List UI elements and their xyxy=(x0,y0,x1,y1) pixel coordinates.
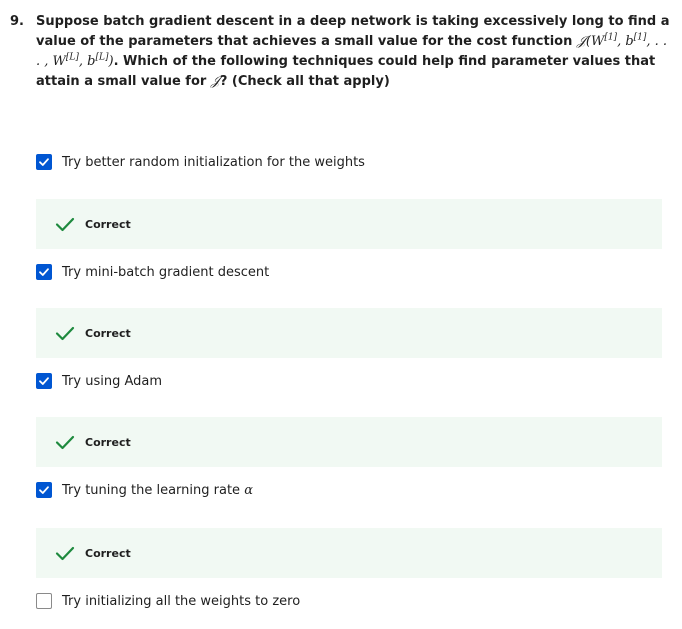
checkmark-icon xyxy=(55,545,75,561)
formula-b: , b xyxy=(617,34,634,49)
formula-b2: , b xyxy=(78,54,96,69)
checkbox-checked-icon[interactable] xyxy=(36,264,52,280)
checkbox-unchecked-icon[interactable] xyxy=(36,593,52,609)
checkbox-checked-icon[interactable] xyxy=(36,373,52,389)
formula-start: 𝒥(W xyxy=(576,34,605,49)
feedback-3-label: Correct xyxy=(85,435,131,449)
checkmark-icon xyxy=(55,216,75,232)
option-4-text: Try tuning the learning rate xyxy=(62,482,245,498)
checkmark-icon xyxy=(55,434,75,450)
option-4-label: Try tuning the learning rate α xyxy=(62,483,253,498)
feedback-1-label: Correct xyxy=(85,217,131,231)
option-1-label: Try better random initialization for the… xyxy=(62,154,365,170)
option-5-label: Try initializing all the weights to zero xyxy=(62,593,301,609)
option-4[interactable]: Try tuning the learning rate α xyxy=(36,479,253,501)
formula-sup3: [L] xyxy=(65,52,79,63)
checkbox-checked-icon[interactable] xyxy=(36,154,52,170)
feedback-2: Correct xyxy=(36,308,662,358)
question-text-part1: Suppose batch gradient descent in a deep… xyxy=(36,14,670,49)
feedback-4-label: Correct xyxy=(85,546,131,560)
option-1[interactable]: Try better random initialization for the… xyxy=(36,151,365,173)
option-5[interactable]: Try initializing all the weights to zero xyxy=(36,590,300,612)
formula-sup4: [L] xyxy=(95,52,109,63)
feedback-4: Correct xyxy=(36,528,662,578)
option-3-label: Try using Adam xyxy=(62,373,162,389)
formula-sup1: [1] xyxy=(604,32,618,43)
option-3[interactable]: Try using Adam xyxy=(36,370,162,392)
feedback-1: Correct xyxy=(36,199,662,249)
formula-sup2: [1] xyxy=(633,32,647,43)
feedback-2-label: Correct xyxy=(85,326,131,340)
learning-rate-symbol: α xyxy=(244,482,253,498)
option-2[interactable]: Try mini-batch gradient descent xyxy=(36,261,269,283)
option-2-label: Try mini-batch gradient descent xyxy=(62,264,270,280)
feedback-3: Correct xyxy=(36,417,662,467)
cost-symbol: 𝒥 xyxy=(210,74,220,89)
question-block: 9. Suppose batch gradient descent in a d… xyxy=(10,12,670,92)
question-text-part3: ? (Check all that apply) xyxy=(219,74,390,89)
checkmark-icon xyxy=(55,325,75,341)
question-number: 9. xyxy=(10,14,24,29)
checkbox-checked-icon[interactable] xyxy=(36,482,52,498)
question-text: Suppose batch gradient descent in a deep… xyxy=(36,12,670,92)
